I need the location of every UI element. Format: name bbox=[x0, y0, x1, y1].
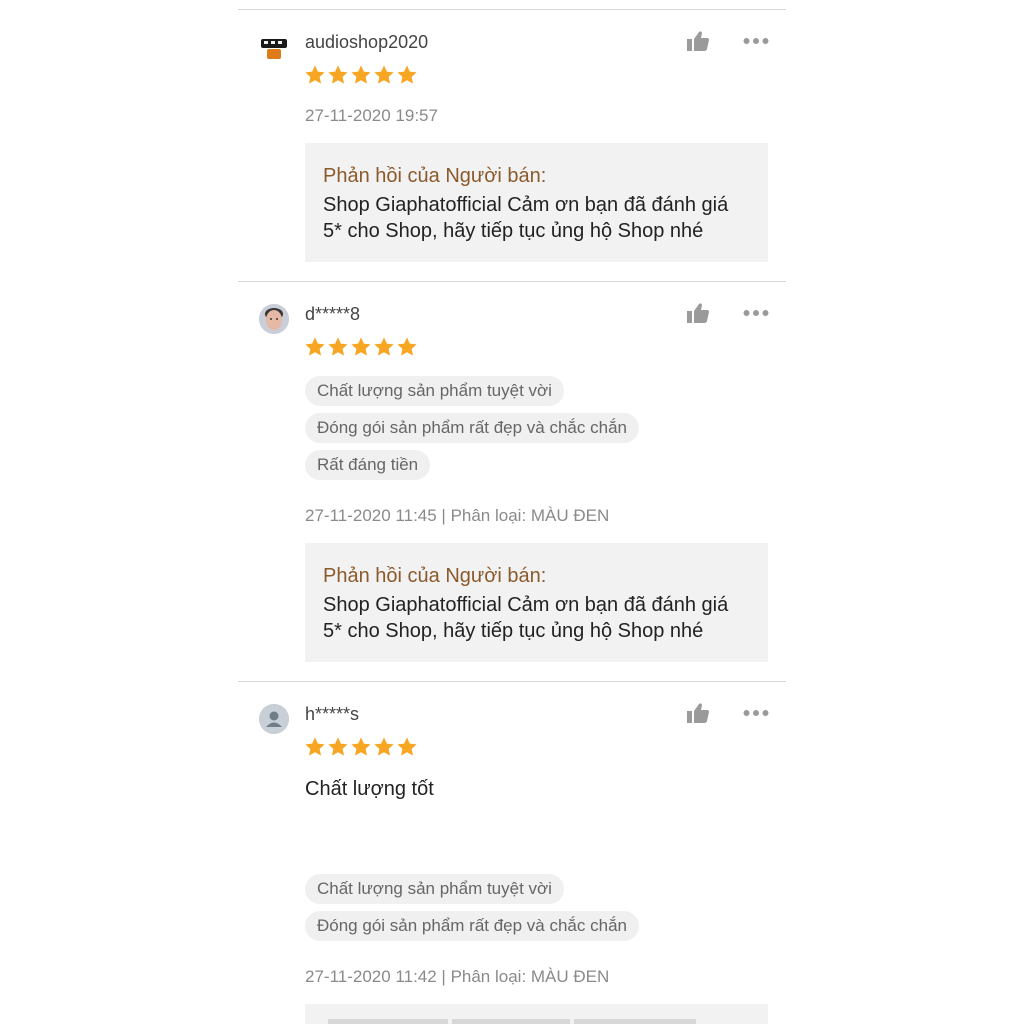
review-tag: Chất lượng sản phẩm tuyệt vời bbox=[305, 874, 564, 904]
star-icon bbox=[351, 737, 371, 756]
star-icon bbox=[328, 65, 348, 84]
seller-reply-text: Shop Giaphatofficial Cảm ơn bạn đã đánh … bbox=[323, 194, 729, 216]
review-timestamp: 27-11-2020 11:42 | Phân loại: MÀU ĐEN bbox=[305, 967, 610, 986]
star-icon bbox=[305, 65, 325, 84]
seller-reply-text: Shop Giaphatofficial Cảm ơn bạn đã đánh … bbox=[323, 594, 729, 616]
avatar[interactable] bbox=[259, 704, 289, 734]
star-rating bbox=[304, 64, 418, 86]
review-tag: Đóng gói sản phẩm rất đẹp và chắc chắn bbox=[305, 911, 639, 941]
star-icon bbox=[397, 65, 417, 84]
star-icon bbox=[328, 737, 348, 756]
more-dots-icon[interactable] bbox=[743, 309, 769, 317]
review-tag: Rất đáng tiền bbox=[305, 450, 431, 480]
review-media-thumbnail[interactable] bbox=[328, 1019, 448, 1024]
review-item: h*****s Chất lượng tốt Chất lượng sản ph… bbox=[238, 682, 786, 1024]
star-icon bbox=[351, 65, 371, 84]
review-media-thumbnail[interactable] bbox=[574, 1019, 696, 1024]
star-icon bbox=[328, 337, 348, 356]
username: audioshop2020 bbox=[305, 32, 429, 52]
seller-reply-title: Phản hồi của Người bán: bbox=[323, 165, 547, 187]
star-icon bbox=[374, 65, 394, 84]
avatar[interactable] bbox=[259, 32, 289, 62]
more-dots-icon[interactable] bbox=[743, 709, 769, 717]
review-timestamp: 27-11-2020 11:45 | Phân loại: MÀU ĐEN bbox=[305, 506, 610, 525]
thumbs-up-icon[interactable] bbox=[686, 302, 710, 324]
more-dots-icon[interactable] bbox=[743, 37, 769, 45]
seller-reply-title: Phản hồi của Người bán: bbox=[323, 565, 547, 587]
review-media-strip bbox=[305, 1004, 768, 1024]
star-rating bbox=[304, 336, 418, 358]
username: h*****s bbox=[305, 704, 360, 724]
star-icon bbox=[351, 337, 371, 356]
thumbs-up-icon[interactable] bbox=[686, 702, 710, 724]
star-rating bbox=[304, 736, 418, 758]
review-tag: Đóng gói sản phẩm rất đẹp và chắc chắn bbox=[305, 413, 639, 443]
seller-reply-text: 5* cho Shop, hãy tiếp tục ủng hộ Shop nh… bbox=[323, 220, 704, 242]
review-timestamp: 27-11-2020 19:57 bbox=[305, 106, 438, 125]
star-icon bbox=[397, 737, 417, 756]
star-icon bbox=[374, 737, 394, 756]
username: d*****8 bbox=[305, 304, 361, 324]
review-item: audioshop2020 27-11-2020 19:57 Phản hồi … bbox=[238, 10, 786, 282]
review-tag: Chất lượng sản phẩm tuyệt vời bbox=[305, 376, 564, 406]
star-icon bbox=[305, 737, 325, 756]
review-item: d*****8 Chất lượng sản phẩm tuyệt vời Đó… bbox=[238, 282, 786, 682]
star-icon bbox=[374, 337, 394, 356]
seller-reply-text: 5* cho Shop, hãy tiếp tục ủng hộ Shop nh… bbox=[323, 620, 704, 642]
star-icon bbox=[397, 337, 417, 356]
seller-reply: Phản hồi của Người bán: Shop Giaphatoffi… bbox=[305, 543, 768, 662]
review-comment: Chất lượng tốt bbox=[305, 778, 434, 800]
review-media-thumbnail[interactable] bbox=[452, 1019, 570, 1024]
star-icon bbox=[305, 337, 325, 356]
seller-reply: Phản hồi của Người bán: Shop Giaphatoffi… bbox=[305, 143, 768, 262]
avatar[interactable] bbox=[259, 304, 289, 334]
thumbs-up-icon[interactable] bbox=[686, 30, 710, 52]
